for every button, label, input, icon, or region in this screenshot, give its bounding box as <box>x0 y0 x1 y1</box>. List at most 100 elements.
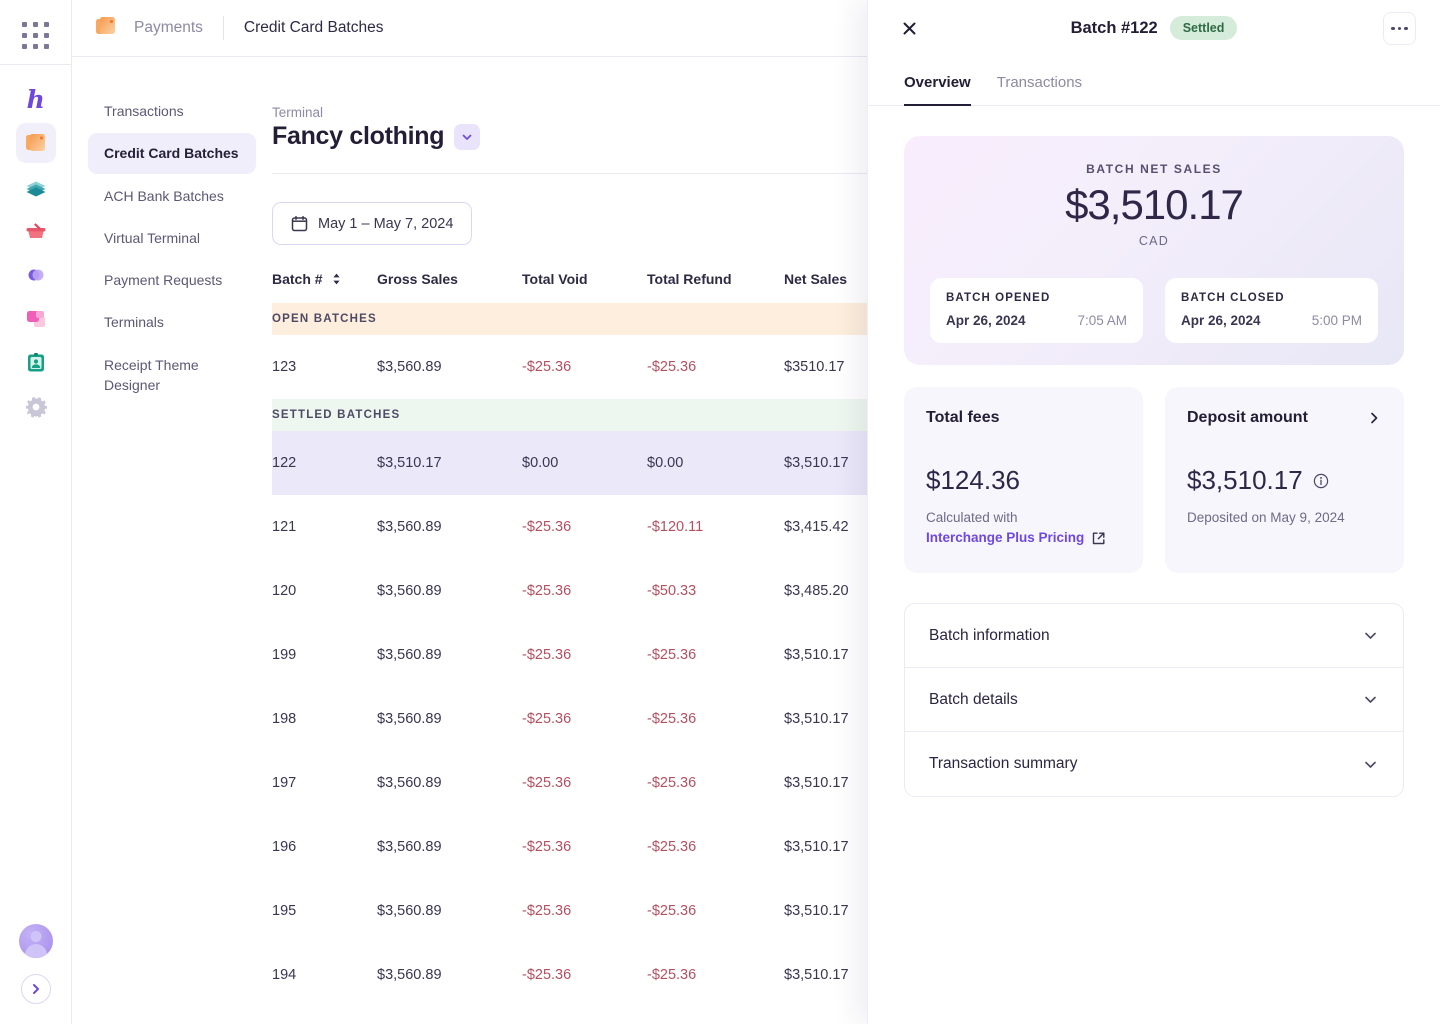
expand-sidebar-button[interactable] <box>21 974 51 1004</box>
cell-gross: $3,560.89 <box>377 775 442 791</box>
cell-void: $0.00 <box>522 455 559 471</box>
cell-batch: 194 <box>272 967 297 983</box>
batch-net-sales-amount: $3,510.17 <box>1065 181 1244 228</box>
accordion-batch-information[interactable]: Batch information <box>905 604 1403 669</box>
breadcrumb-current: Credit Card Batches <box>243 19 384 36</box>
interchange-plus-pricing-label: Interchange Plus Pricing <box>926 530 1085 546</box>
cell-batch: 195 <box>272 903 297 919</box>
cell-refund: -$120.11 <box>647 519 704 535</box>
date-range-value: May 1 – May 7, 2024 <box>318 215 454 232</box>
payments-card-icon <box>96 17 115 34</box>
avatar-body <box>25 944 47 958</box>
accordion-label: Batch information <box>929 626 1050 644</box>
subnav-item-virtual-terminal[interactable]: Virtual Terminal <box>88 218 256 258</box>
cell-void: -$25.36 <box>522 359 572 375</box>
total-fees-card: Total fees $124.36 Calculated with Inter… <box>904 387 1143 574</box>
cell-batch: 122 <box>272 455 297 471</box>
tab-transactions[interactable]: Transactions <box>997 74 1082 106</box>
total-fees-title: Total fees <box>926 409 1000 427</box>
sort-icon[interactable] <box>332 273 341 285</box>
close-icon[interactable] <box>898 17 920 39</box>
cell-void: -$25.36 <box>522 583 572 599</box>
stat-cards: Total fees $124.36 Calculated with Inter… <box>904 387 1404 574</box>
secondary-nav: Transactions Credit Card Batches ACH Ban… <box>72 57 272 407</box>
batch-closed-date: Apr 26, 2024 <box>1181 313 1261 329</box>
cell-gross: $3,560.89 <box>377 359 442 375</box>
cell-refund: -$25.36 <box>647 647 697 663</box>
id-card-icon <box>27 353 44 372</box>
rail-item-layers[interactable] <box>16 167 56 207</box>
cell-batch: 196 <box>272 839 297 855</box>
app-root: h Payments Credit Card Batches Transacti… <box>0 0 1440 1024</box>
rail-item-settings[interactable] <box>16 387 56 427</box>
cell-gross: $3,560.89 <box>377 903 442 919</box>
interchange-plus-pricing-link[interactable]: Interchange Plus Pricing <box>926 528 1106 548</box>
drawer-title-wrap: Batch #122 Settled <box>868 0 1440 56</box>
chevron-down-icon <box>1365 696 1376 703</box>
breadcrumb-divider <box>222 16 224 40</box>
terminal-dropdown-button[interactable] <box>454 123 481 150</box>
icon-rail: h <box>0 0 72 1024</box>
detail-accordion: Batch information Batch details Transact… <box>904 603 1404 798</box>
batch-detail-drawer: Batch #122 Settled Overview Transactions… <box>867 0 1440 1024</box>
cell-refund: -$25.36 <box>647 903 697 919</box>
subnav-item-ach-bank-batches[interactable]: ACH Bank Batches <box>88 176 256 216</box>
subnav-item-credit-card-batches[interactable]: Credit Card Batches <box>88 133 256 174</box>
subnav-item-transactions[interactable]: Transactions <box>88 91 256 131</box>
basket-icon <box>26 223 45 238</box>
batch-time-cards: BATCH OPENED Apr 26, 2024 7:05 AM BATCH … <box>930 278 1378 344</box>
avatar[interactable] <box>19 924 53 958</box>
batch-net-sales-currency: CAD <box>1138 234 1170 249</box>
column-header-gross-sales[interactable]: Gross Sales <box>377 271 522 287</box>
date-range-picker[interactable]: May 1 – May 7, 2024 <box>272 202 473 245</box>
rail-item-payments[interactable] <box>15 123 56 163</box>
cell-batch: 120 <box>272 583 297 599</box>
avatar-head <box>30 931 42 942</box>
subnav-item-terminals[interactable]: Terminals <box>88 302 256 342</box>
table-group-label: OPEN BATCHES <box>272 313 377 325</box>
batch-opened-row: Apr 26, 2024 7:05 AM <box>946 313 1127 328</box>
drawer-header: Batch #122 Settled <box>868 0 1440 56</box>
drawer-body: BATCH NET SALES $3,510.17 CAD BATCH OPEN… <box>868 106 1440 798</box>
cell-void: -$25.36 <box>522 903 572 919</box>
accordion-batch-details[interactable]: Batch details <box>905 668 1403 733</box>
chevron-right-icon <box>33 984 39 994</box>
brand-logo: h <box>26 84 45 114</box>
batch-net-sales-card: BATCH NET SALES $3,510.17 CAD BATCH OPEN… <box>904 136 1404 366</box>
cell-batch: 197 <box>272 775 297 791</box>
column-header-total-refund[interactable]: Total Refund <box>647 271 784 287</box>
accordion-transaction-summary[interactable]: Transaction summary <box>905 732 1403 796</box>
sort-arrows-icon <box>332 273 340 285</box>
apps-grid-icon[interactable] <box>21 20 51 50</box>
rail-divider <box>0 64 71 65</box>
column-header-batch-label: Batch # <box>272 271 323 287</box>
cell-refund: -$25.36 <box>647 359 697 375</box>
rail-item-contacts[interactable] <box>16 343 56 383</box>
batch-closed-row: Apr 26, 2024 5:00 PM <box>1181 313 1362 328</box>
total-fees-amount: $124.36 <box>926 465 1121 496</box>
total-fees-head: Total fees <box>926 409 1121 427</box>
tab-overview[interactable]: Overview <box>904 74 971 106</box>
cell-batch: 199 <box>272 647 297 663</box>
accordion-label: Transaction summary <box>929 755 1078 773</box>
rail-item-commerce[interactable] <box>16 211 56 251</box>
deposit-amount-head: Deposit amount <box>1187 409 1382 427</box>
kebab-menu-icon[interactable] <box>1383 12 1416 45</box>
subnav-item-receipt-theme-designer[interactable]: Receipt Theme Designer <box>88 345 256 406</box>
status-badge: Settled <box>1169 16 1238 40</box>
batch-opened-time: 7:05 AM <box>1077 313 1127 329</box>
deposit-amount-card[interactable]: Deposit amount $3,510.17 Deposited on Ma… <box>1165 387 1404 574</box>
chevron-right-icon[interactable] <box>1366 410 1382 426</box>
rail-item-marketing[interactable] <box>16 299 56 339</box>
subnav-item-payment-requests[interactable]: Payment Requests <box>88 260 256 300</box>
calendar-icon <box>291 215 308 232</box>
column-header-total-void[interactable]: Total Void <box>522 271 647 287</box>
column-header-batch[interactable]: Batch # <box>272 271 377 287</box>
info-icon[interactable] <box>1313 473 1329 489</box>
breadcrumb-parent[interactable]: Payments <box>134 19 203 37</box>
rail-item-home[interactable]: h <box>16 79 56 119</box>
chevron-down-icon <box>1365 632 1376 639</box>
cell-void: -$25.36 <box>522 711 572 727</box>
cell-gross: $3,560.89 <box>377 519 442 535</box>
rail-item-insights[interactable] <box>16 255 56 295</box>
